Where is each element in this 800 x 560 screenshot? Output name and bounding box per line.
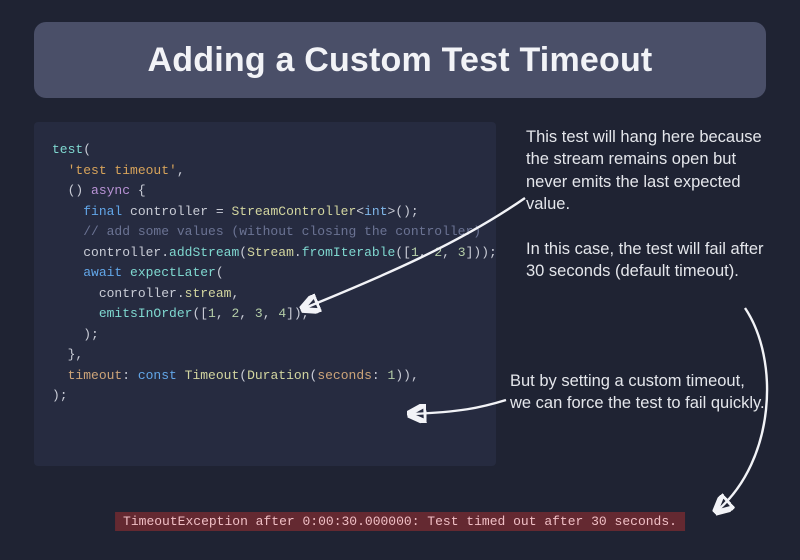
title-bar: Adding a Custom Test Timeout: [34, 22, 766, 98]
slide-title: Adding a Custom Test Timeout: [148, 41, 653, 80]
annotation-hang: This test will hang here because the str…: [526, 126, 768, 215]
error-output: TimeoutException after 0:00:30.000000: T…: [115, 512, 685, 531]
annotation-default-timeout: In this case, the test will fail after 3…: [526, 238, 768, 283]
code-token: test: [52, 142, 83, 157]
annotation-custom-timeout: But by setting a custom timeout, we can …: [510, 370, 768, 415]
code-block: test( 'test timeout', () async { final c…: [34, 122, 496, 466]
